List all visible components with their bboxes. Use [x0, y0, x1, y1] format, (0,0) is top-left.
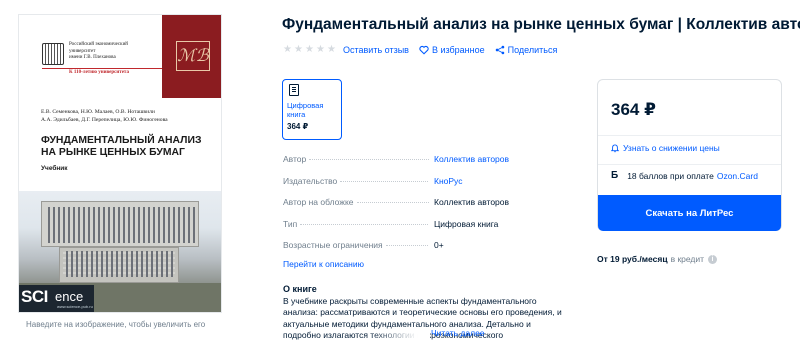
format-price: 364 ₽	[287, 122, 309, 131]
cover-anniversary: К 110-летию университета	[69, 70, 129, 75]
cover-publisher: Российский экономический университет име…	[69, 42, 169, 62]
book-cover-image[interactable]: Российский экономический университет име…	[18, 14, 222, 313]
favorite-button[interactable]: В избранное	[419, 45, 485, 55]
science-brand-logo: SCI ence www.science-pub.ru	[19, 277, 139, 312]
star-icon[interactable]: ★	[305, 45, 315, 55]
spec-value: Коллектив авторов	[432, 197, 510, 207]
spec-value: 0+	[432, 240, 444, 250]
star-icon[interactable]: ★	[316, 45, 326, 55]
specs-list: Автор Коллектив авторов Издательство Кно…	[283, 154, 563, 262]
download-litres-button[interactable]: Скачать на ЛитРес	[598, 195, 781, 231]
ozon-card-link[interactable]: Ozon.Card	[717, 171, 758, 181]
spec-value-author-link[interactable]: Коллектив авторов	[432, 154, 510, 164]
about-fade	[370, 329, 430, 341]
star-icon[interactable]: ★	[283, 45, 293, 55]
spec-row: Автор на обложке Коллектив авторов	[283, 197, 563, 219]
price-drop-notify-link[interactable]: Узнать о снижении цены	[611, 143, 720, 153]
heart-icon	[419, 45, 429, 55]
cover-red-block: ℳℬ	[162, 15, 221, 98]
spec-value: Цифровая книга	[432, 218, 499, 229]
science-brand-url: www.science-pub.ru	[57, 304, 93, 309]
download-litres-label: Скачать на ЛитРес	[645, 207, 734, 219]
format-option-digital[interactable]: Цифровая книга 364 ₽	[282, 79, 342, 140]
cover-authors: Е.В. Семенкова, Н.Ю. Малаев, О.В. Ноташв…	[41, 109, 216, 124]
spec-label: Издательство	[283, 176, 429, 186]
info-icon[interactable]: i	[708, 254, 718, 264]
bonus-info: Б 18 баллов при оплате Ozon.Card	[611, 170, 758, 181]
cover-authors-line: А.А. Эдильбаев, Д.Г. Перепелица, Ю.Ю. Фи…	[41, 116, 168, 123]
cover-subtitle: Учебник	[41, 165, 68, 172]
price-card: 364 ₽ Узнать о снижении цены Б 18 баллов…	[597, 79, 782, 231]
building-windows	[63, 251, 175, 277]
leave-review-link[interactable]: Оставить отзыв	[343, 45, 409, 55]
format-label: Цифровая книга	[287, 101, 324, 119]
cover-publisher-line: имени Г.В. Плеханова	[69, 55, 116, 60]
science-brand-ence: ence	[55, 289, 84, 304]
cover-title: ФУНДАМЕНТАЛЬНЫЙ АНАЛИЗ НА РЫНКЕ ЦЕННЫХ Б…	[41, 135, 216, 159]
cover-title-line: ФУНДАМЕНТАЛЬНЫЙ АНАЛИЗ	[41, 135, 202, 146]
product-actions: ★ ★ ★ ★ ★ Оставить отзыв В избранное Под…	[283, 43, 567, 57]
star-icon[interactable]: ★	[327, 45, 337, 55]
about-heading: О книге	[283, 284, 317, 294]
cover-authors-line: Е.В. Семенкова, Н.Ю. Малаев, О.В. Ноташв…	[41, 109, 155, 115]
science-brand-sci: SCI	[21, 287, 48, 306]
cover-title-line: НА РЫНКЕ ЦЕННЫХ БУМАГ	[41, 147, 185, 158]
favorite-label: В избранное	[431, 45, 485, 55]
share-icon	[495, 45, 504, 55]
building-windows	[45, 207, 195, 243]
spec-label: Тип	[283, 219, 429, 229]
university-logo-icon	[42, 43, 64, 65]
card-divider	[598, 135, 781, 136]
cover-monogram-icon: ℳℬ	[176, 41, 210, 71]
spec-row: Тип Цифровая книга	[283, 218, 563, 241]
card-divider	[598, 164, 781, 165]
star-icon[interactable]: ★	[294, 45, 304, 55]
read-more-link[interactable]: Читать далее	[431, 328, 485, 338]
rating-stars[interactable]: ★ ★ ★ ★ ★	[283, 45, 337, 55]
credit-info: От 19 руб./месяц в кредит i	[597, 254, 718, 264]
ebook-icon	[289, 84, 299, 96]
share-label: Поделиться	[507, 45, 558, 55]
notify-label: Узнать о снижении цены	[623, 143, 720, 153]
bonus-points-icon: Б	[611, 170, 619, 181]
credit-amount: От 19 руб./месяц	[597, 254, 668, 264]
credit-text: в кредит	[670, 254, 705, 264]
spec-label: Возрастные ограничения	[283, 240, 429, 250]
zoom-hint: Наведите на изображение, чтобы увеличить…	[26, 320, 206, 329]
bell-icon	[611, 143, 619, 152]
cover-divider	[42, 68, 162, 69]
product-title: Фундаментальный анализ на рынке ценных б…	[282, 16, 800, 33]
spec-label: Автор	[283, 154, 429, 164]
go-to-description-link[interactable]: Перейти к описанию	[283, 259, 364, 269]
leave-review-label: Оставить отзыв	[343, 45, 409, 55]
share-button[interactable]: Поделиться	[495, 45, 558, 55]
spec-row: Автор Коллектив авторов	[283, 154, 563, 176]
spec-label: Автор на обложке	[283, 197, 429, 207]
spec-row: Издательство КноРус	[283, 175, 563, 198]
spec-value-publisher-link[interactable]: КноРус	[432, 175, 463, 186]
price-value: 364 ₽	[611, 100, 656, 119]
bonus-text: 18 баллов при оплате	[627, 170, 714, 181]
